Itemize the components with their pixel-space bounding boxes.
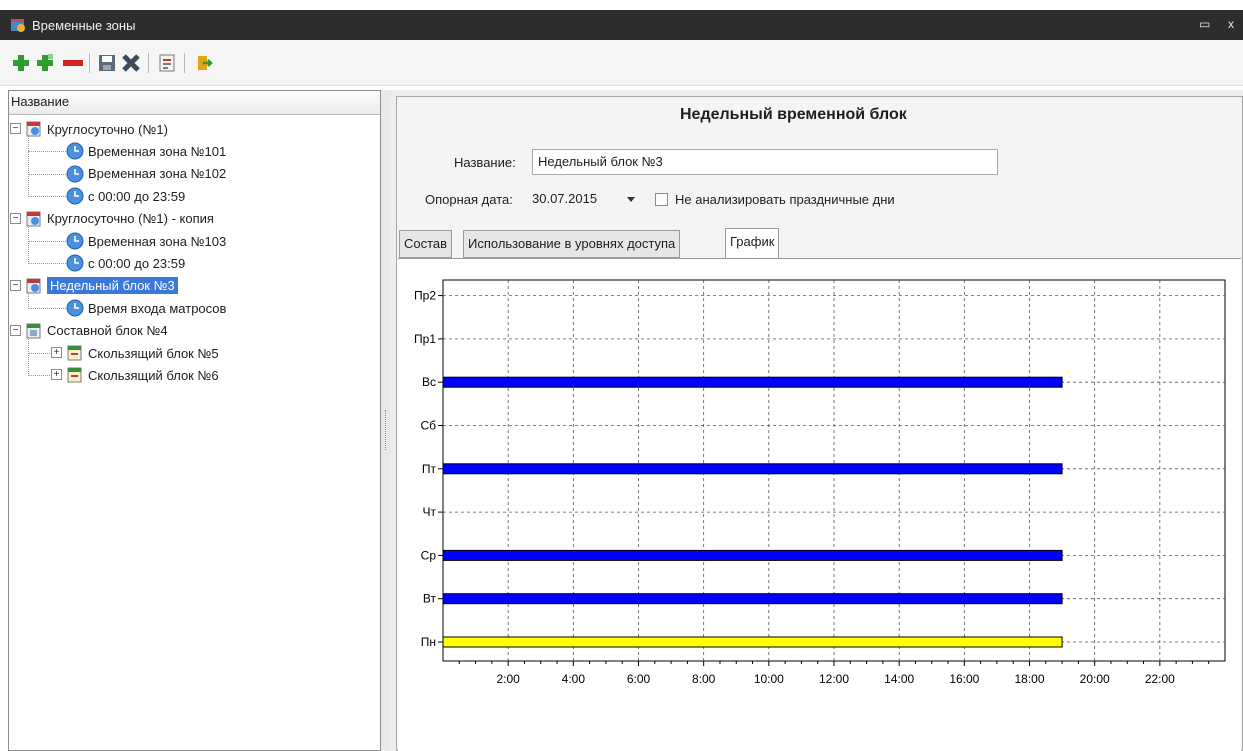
y-tick-label: Пн (421, 635, 436, 649)
y-tick-label: Пр2 (414, 289, 436, 303)
x-tick-label: 16:00 (949, 672, 979, 686)
x-tick-label: 10:00 (754, 672, 784, 686)
x-tick-label: 8:00 (692, 672, 716, 686)
x-tick-label: 18:00 (1014, 672, 1044, 686)
x-tick-label: 4:00 (562, 672, 586, 686)
schedule-bar-Пт (442, 463, 1063, 475)
schedule-bar-Ср (442, 549, 1063, 561)
y-tick-label: Вт (423, 592, 437, 606)
y-tick-label: Пр1 (414, 332, 436, 346)
schedule-bar-Пн (442, 636, 1063, 648)
x-tick-label: 22:00 (1145, 672, 1175, 686)
weekly-schedule-chart: 2:00 4:00 6:00 8:00 10:00 12:00 14:00 16:00 18:0… (414, 279, 1226, 686)
schedule-bar-Вс (442, 376, 1063, 388)
y-tick-label: Ср (421, 548, 437, 562)
schedule-bar-Вт (442, 593, 1063, 605)
x-tick-label: 2:00 (496, 672, 520, 686)
y-tick-label: Пт (422, 462, 437, 476)
x-tick-label: 12:00 (819, 672, 849, 686)
y-tick-label: Сб (420, 419, 436, 433)
x-tick-label: 20:00 (1080, 672, 1110, 686)
x-tick-label: 6:00 (627, 672, 651, 686)
x-tick-label: 14:00 (884, 672, 914, 686)
y-tick-label: Чт (423, 505, 437, 519)
y-tick-label: Вс (422, 375, 436, 389)
